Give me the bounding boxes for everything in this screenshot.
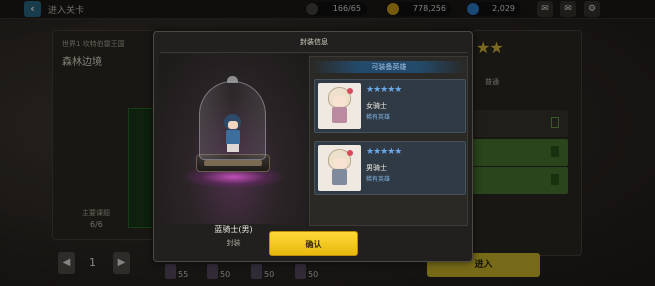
hero-star-rating: ★★★★★ [366, 85, 402, 95]
pedestal-plate [204, 160, 262, 166]
hero-rarity: 稀有英雄 [366, 176, 391, 183]
costume-preview [159, 54, 308, 224]
modal-title: 封装信息 [300, 38, 328, 46]
hero-portrait [318, 83, 361, 129]
equippable-heroes-panel: 可装备英雄 ★★★★★ 女骑士 稀有英雄 ★★★★★ 男骑士 稀有英雄 [309, 56, 468, 226]
hero-portrait [318, 145, 361, 191]
divider [160, 52, 468, 53]
hero-card-male-knight[interactable]: ★★★★★ 男骑士 稀有英雄 [314, 141, 466, 195]
hero-rarity: 稀有英雄 [366, 114, 391, 121]
equippable-heroes-header: 可装备英雄 [312, 61, 466, 73]
hero-card-female-knight[interactable]: ★★★★★ 女骑士 稀有英雄 [314, 79, 466, 133]
hero-star-rating: ★★★★★ [366, 147, 402, 157]
hero-name: 女骑士 [366, 102, 387, 110]
hero-name: 男骑士 [366, 164, 387, 172]
blue-knight-figure [221, 114, 245, 154]
costume-info-modal: 封装信息 蓝骑士(男) 封装 可装备英雄 ★★★★★ 女骑士 稀有英雄 ★★★★… [153, 31, 473, 262]
confirm-button[interactable]: 确认 [269, 231, 358, 256]
